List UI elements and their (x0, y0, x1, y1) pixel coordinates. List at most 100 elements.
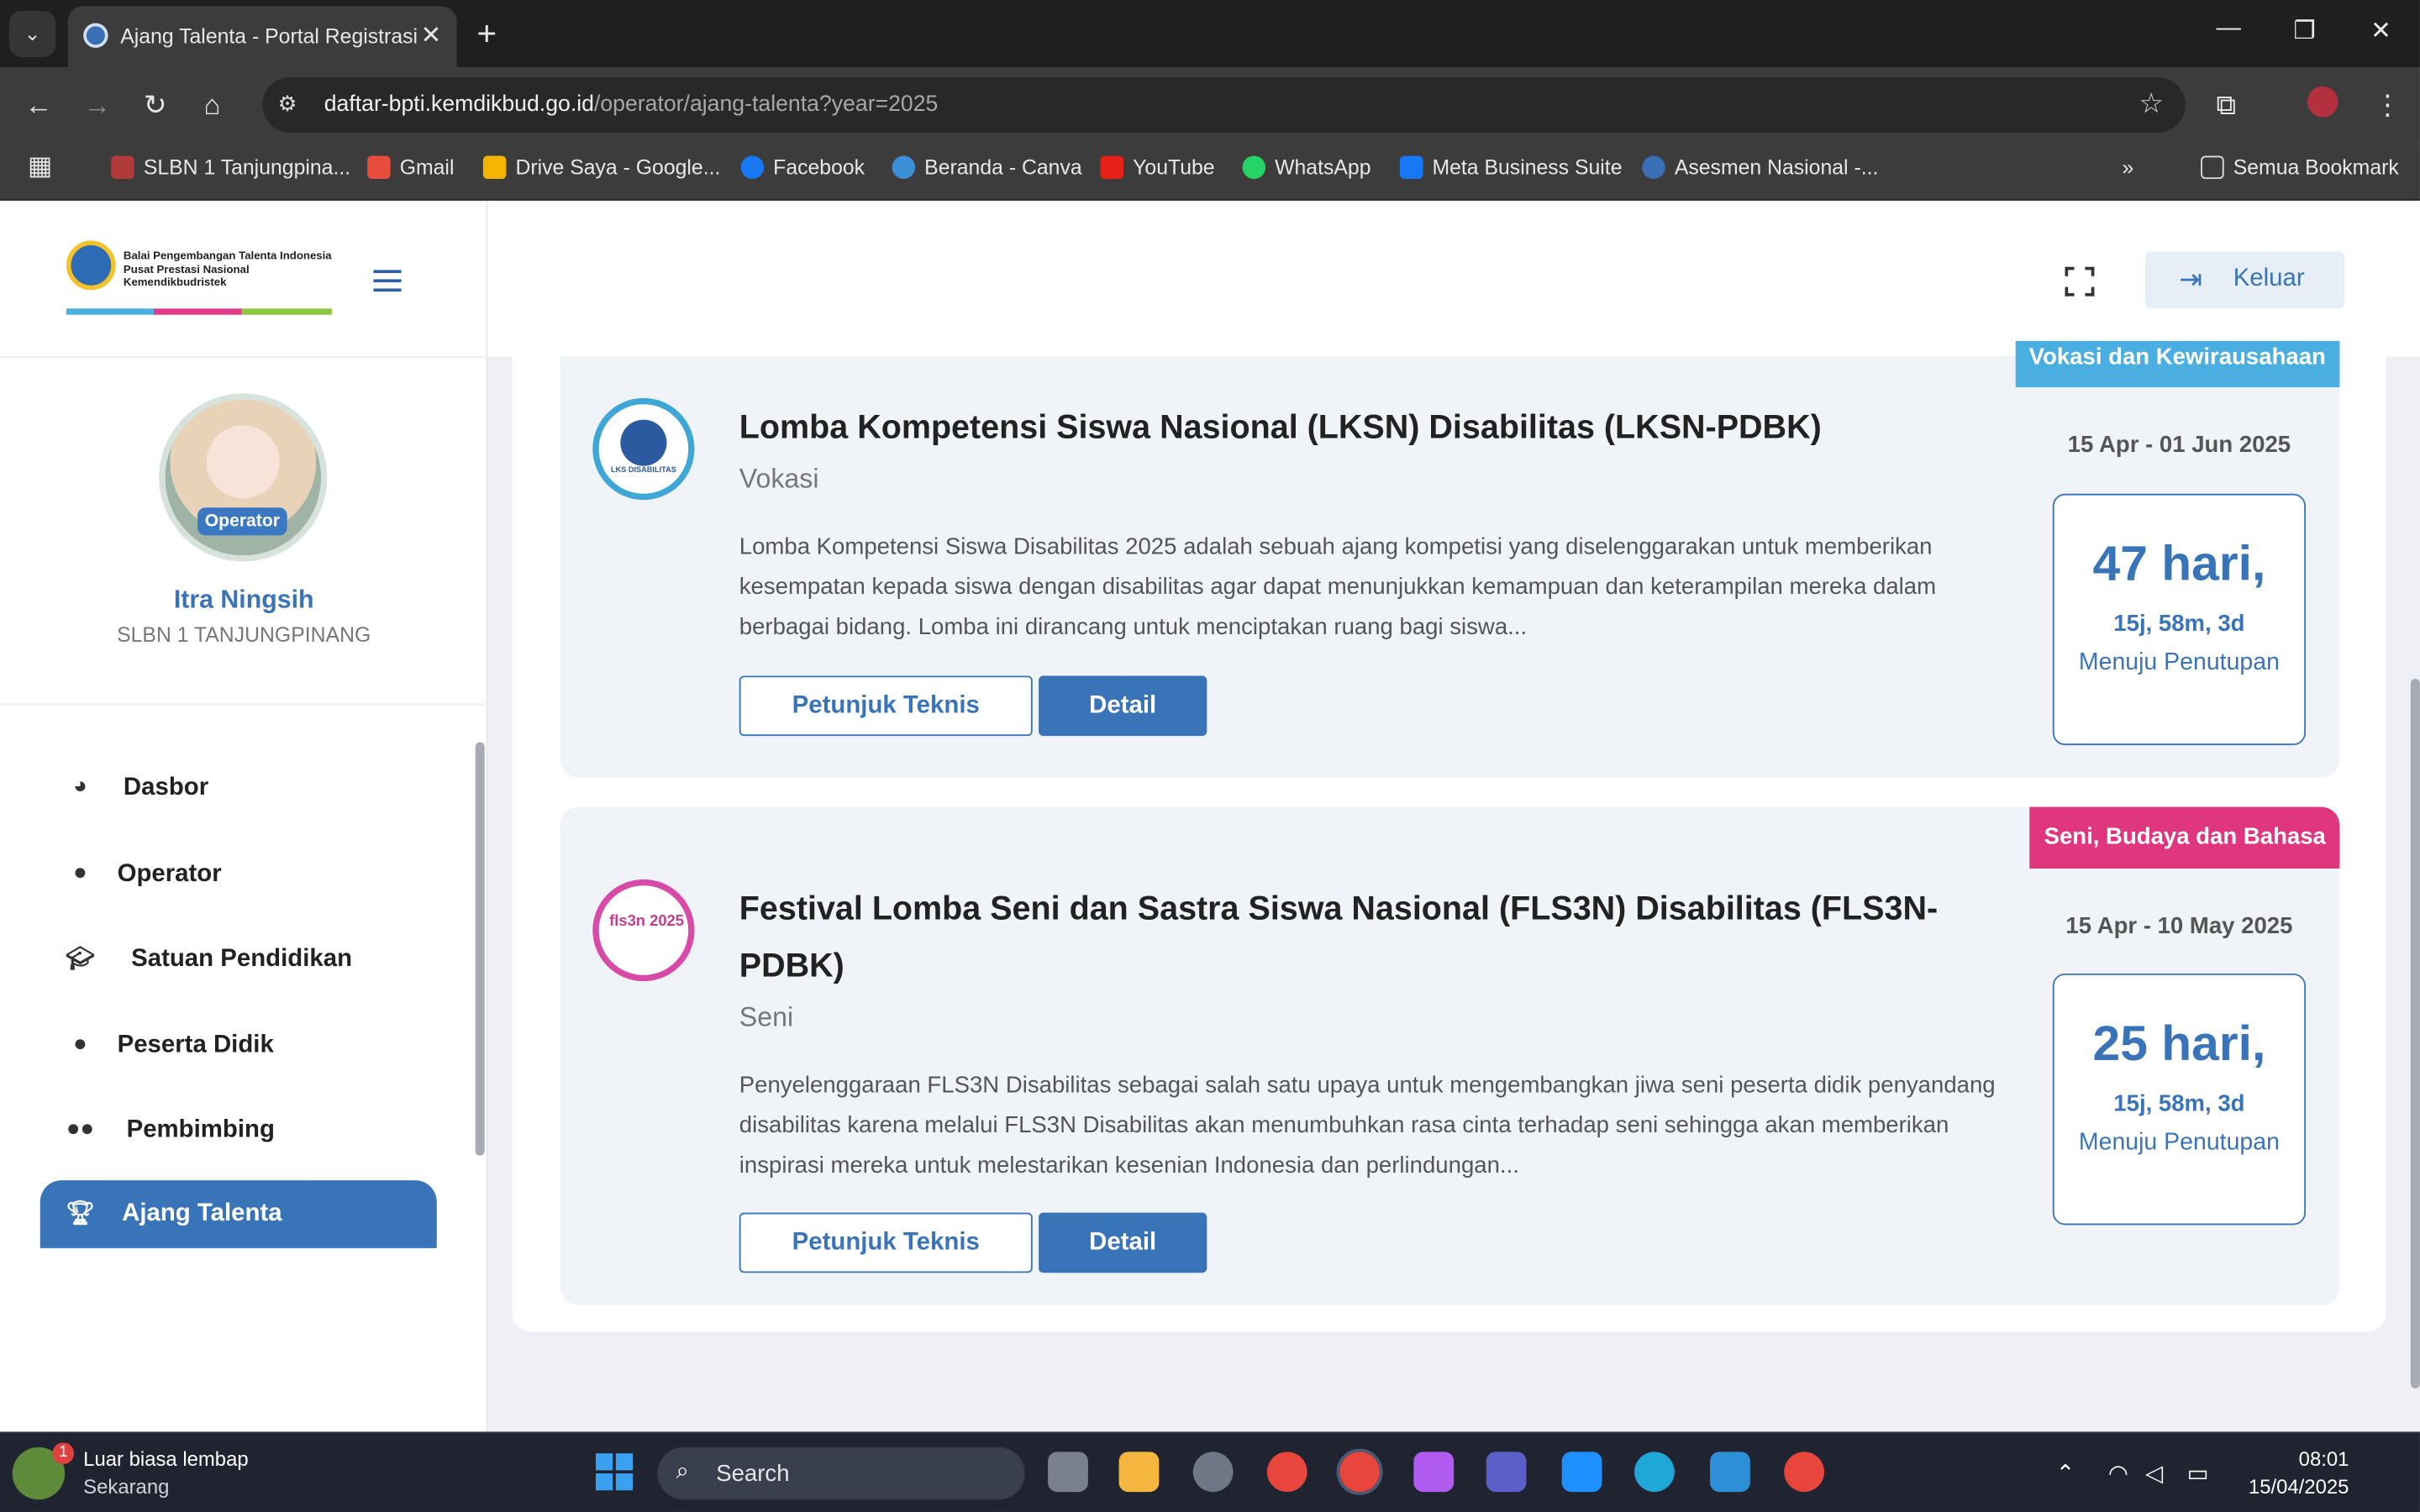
search-icon: ⌕ (676, 1457, 689, 1484)
logo-color-bar (66, 308, 332, 315)
sidebar-item-pembimbing[interactable]: ●● Pembimbing (40, 1097, 437, 1165)
sidebar-item-operator[interactable]: ● Operator (40, 841, 437, 909)
windows-start-icon[interactable] (595, 1453, 634, 1491)
tray-chevron-icon[interactable]: ⌃ (2055, 1460, 2075, 1487)
hamburger-menu-icon[interactable] (373, 270, 402, 297)
lksn-logo-icon: LKS DISABILITAS (592, 397, 695, 501)
notepad-icon[interactable] (1710, 1452, 1750, 1493)
chrome-active-icon[interactable] (1336, 1448, 1383, 1495)
menu-dots-icon[interactable]: ⋮ (2374, 90, 2402, 123)
trophy-icon: 🏆︎ (66, 1200, 95, 1227)
bookmark-item[interactable]: Facebook (740, 155, 865, 180)
countdown-days: 25 hari, (2092, 1015, 2266, 1071)
profile-section: Operator Itra Ningsih SLBN 1 TANJUNGPINA… (0, 358, 488, 706)
logout-icon: ⇥ (2179, 264, 2203, 295)
page-scrollbar[interactable] (2410, 679, 2420, 1389)
avatar (159, 393, 328, 562)
sidebar-item-dasbor[interactable]: ◕ Dasbor (40, 754, 437, 822)
event-subtitle: Seni (739, 1001, 794, 1032)
address-bar[interactable]: ⚙ daftar-bpti.kemdikbud.go.id/operator/a… (262, 76, 2186, 133)
profile-avatar-icon[interactable] (2307, 86, 2338, 118)
countdown-box: 47 hari, 15j, 58m, 3d Menuju Penutupan (2052, 493, 2307, 746)
weather-title: Luar biasa lembap (83, 1446, 249, 1471)
countdown-days: 47 hari, (2092, 535, 2266, 591)
countdown-label: Menuju Penutupan (2078, 1129, 2280, 1156)
tab-list-button[interactable]: ⌄ (9, 10, 56, 57)
edge-icon[interactable] (1634, 1452, 1675, 1493)
event-card: Seni, Budaya dan Bahasa fls3n 2025 Festi… (560, 806, 2340, 1305)
apps-grid-icon[interactable]: ▦ (28, 151, 53, 182)
bookmarks-bar: ▦ SLBN 1 Tanjungpina... Gmail Drive Saya… (0, 141, 2420, 201)
sidebar-scrollbar[interactable] (475, 742, 485, 1156)
logo-area: Balai Pengembangan Talenta Indonesia Pus… (0, 202, 488, 359)
new-tab-button[interactable]: + (477, 14, 497, 55)
reload-icon[interactable]: ↻ (144, 90, 167, 123)
task-view-icon[interactable] (1048, 1452, 1088, 1493)
category-badge: Seni, Budaya dan Bahasa (2030, 806, 2340, 869)
petunjuk-teknis-button[interactable]: Petunjuk Teknis (739, 1212, 1033, 1273)
user-icon: ● (73, 1030, 87, 1058)
detail-button[interactable]: Detail (1039, 1212, 1207, 1273)
tab-title: Ajang Talenta - Portal Registrasi (120, 24, 418, 48)
extensions-icon[interactable]: ⧉ (2217, 90, 2237, 123)
event-title: Lomba Kompetensi Siswa Nasional (LKSN) D… (739, 408, 1822, 446)
bookmark-star-icon[interactable]: ☆ (2139, 88, 2164, 121)
minimize-icon[interactable]: — (2217, 15, 2241, 43)
bookmark-item[interactable]: SLBN 1 Tanjungpina... (111, 155, 350, 180)
event-title: Festival Lomba Seni dan Sastra Siswa Nas… (739, 890, 1939, 984)
profile-name: Itra Ningsih (173, 585, 314, 615)
chrome-profile-icon[interactable] (1784, 1452, 1824, 1493)
event-date-range: 15 Apr - 01 Jun 2025 (2067, 432, 2291, 459)
tab-favicon-icon (83, 23, 108, 48)
countdown-time: 15j, 58m, 3d (2113, 1090, 2245, 1117)
sidebar: Balai Pengembangan Talenta Indonesia Pus… (0, 202, 488, 1432)
taskbar-search[interactable]: ⌕ Search (657, 1446, 1025, 1500)
system-clock[interactable]: 08:01 15/04/2025 (2249, 1446, 2349, 1501)
fullscreen-icon[interactable] (2065, 266, 2095, 297)
logo-text: Balai Pengembangan Talenta Indonesia Pus… (123, 248, 332, 289)
petunjuk-teknis-button[interactable]: Petunjuk Teknis (739, 675, 1033, 737)
sidebar-item-ajang-talenta[interactable]: 🏆︎ Ajang Talenta (39, 1180, 437, 1248)
notification-badge: 1 (52, 1442, 75, 1465)
close-tab-icon[interactable]: ✕ (421, 20, 442, 51)
bookmark-item[interactable]: Asesmen Nasional -... (1642, 155, 1878, 180)
battery-icon[interactable]: ▭ (2187, 1460, 2209, 1487)
bookmark-item[interactable]: YouTube (1100, 155, 1215, 180)
bookmark-item[interactable]: Meta Business Suite (1399, 155, 1622, 180)
close-window-icon[interactable]: ✕ (2370, 15, 2391, 46)
all-bookmarks[interactable]: Semua Bookmark (2201, 155, 2399, 180)
volume-icon[interactable]: ◁ (2145, 1460, 2163, 1487)
top-bar (487, 202, 2420, 357)
bookmark-item[interactable]: Drive Saya - Google... (482, 155, 720, 180)
detail-button[interactable]: Detail (1039, 675, 1207, 737)
profile-school: SLBN 1 TANJUNGPINANG (117, 623, 371, 647)
store-icon[interactable] (1561, 1452, 1602, 1493)
copilot-icon[interactable] (1413, 1452, 1455, 1493)
users-icon: ●● (66, 1115, 95, 1142)
bookmark-item[interactable]: Gmail (367, 155, 454, 180)
browser-tab-bar: ⌄ Ajang Talenta - Portal Registrasi ✕ + … (0, 0, 2420, 68)
browser-tab[interactable]: Ajang Talenta - Portal Registrasi ✕ (67, 6, 457, 68)
wifi-icon[interactable]: ◠ (2108, 1460, 2128, 1487)
restore-icon[interactable]: ❐ (2293, 15, 2315, 46)
settings-icon[interactable] (1192, 1452, 1234, 1493)
teams-icon[interactable] (1486, 1452, 1527, 1493)
browser-nav-bar: ← → ↻ ⌂ ⚙ daftar-bpti.kemdikbud.go.id/op… (0, 67, 2420, 142)
sidebar-item-peserta-didik[interactable]: ● Peserta Didik (40, 1012, 437, 1080)
event-description: Lomba Kompetensi Siswa Disabilitas 2025 … (739, 533, 1937, 641)
sidebar-item-satuan-pendidikan[interactable]: 🎓︎ Satuan Pendidikan (40, 926, 437, 994)
windows-taskbar: 1 Luar biasa lembap Sekarang ⌕ Search ⌃ … (0, 1431, 2420, 1512)
forward-icon[interactable]: → (83, 90, 111, 123)
event-description: Penyelenggaraan FLS3N Disabilitas sebaga… (739, 1072, 1996, 1179)
bookmark-item[interactable]: Beranda - Canva (892, 155, 1082, 180)
fls3n-logo-icon: fls3n 2025 (592, 879, 695, 982)
bookmark-item[interactable]: WhatsApp (1242, 155, 1371, 180)
logout-button[interactable]: ⇥ Keluar (2145, 251, 2344, 309)
more-bookmarks-icon[interactable]: » (2122, 156, 2133, 180)
site-info-icon[interactable]: ⚙ (278, 91, 297, 117)
file-explorer-icon[interactable] (1118, 1452, 1160, 1493)
countdown-box: 25 hari, 15j, 58m, 3d Menuju Penutupan (2052, 973, 2307, 1226)
home-icon[interactable]: ⌂ (203, 90, 220, 123)
back-icon[interactable]: ← (24, 90, 52, 123)
chrome-icon[interactable] (1266, 1452, 1307, 1493)
